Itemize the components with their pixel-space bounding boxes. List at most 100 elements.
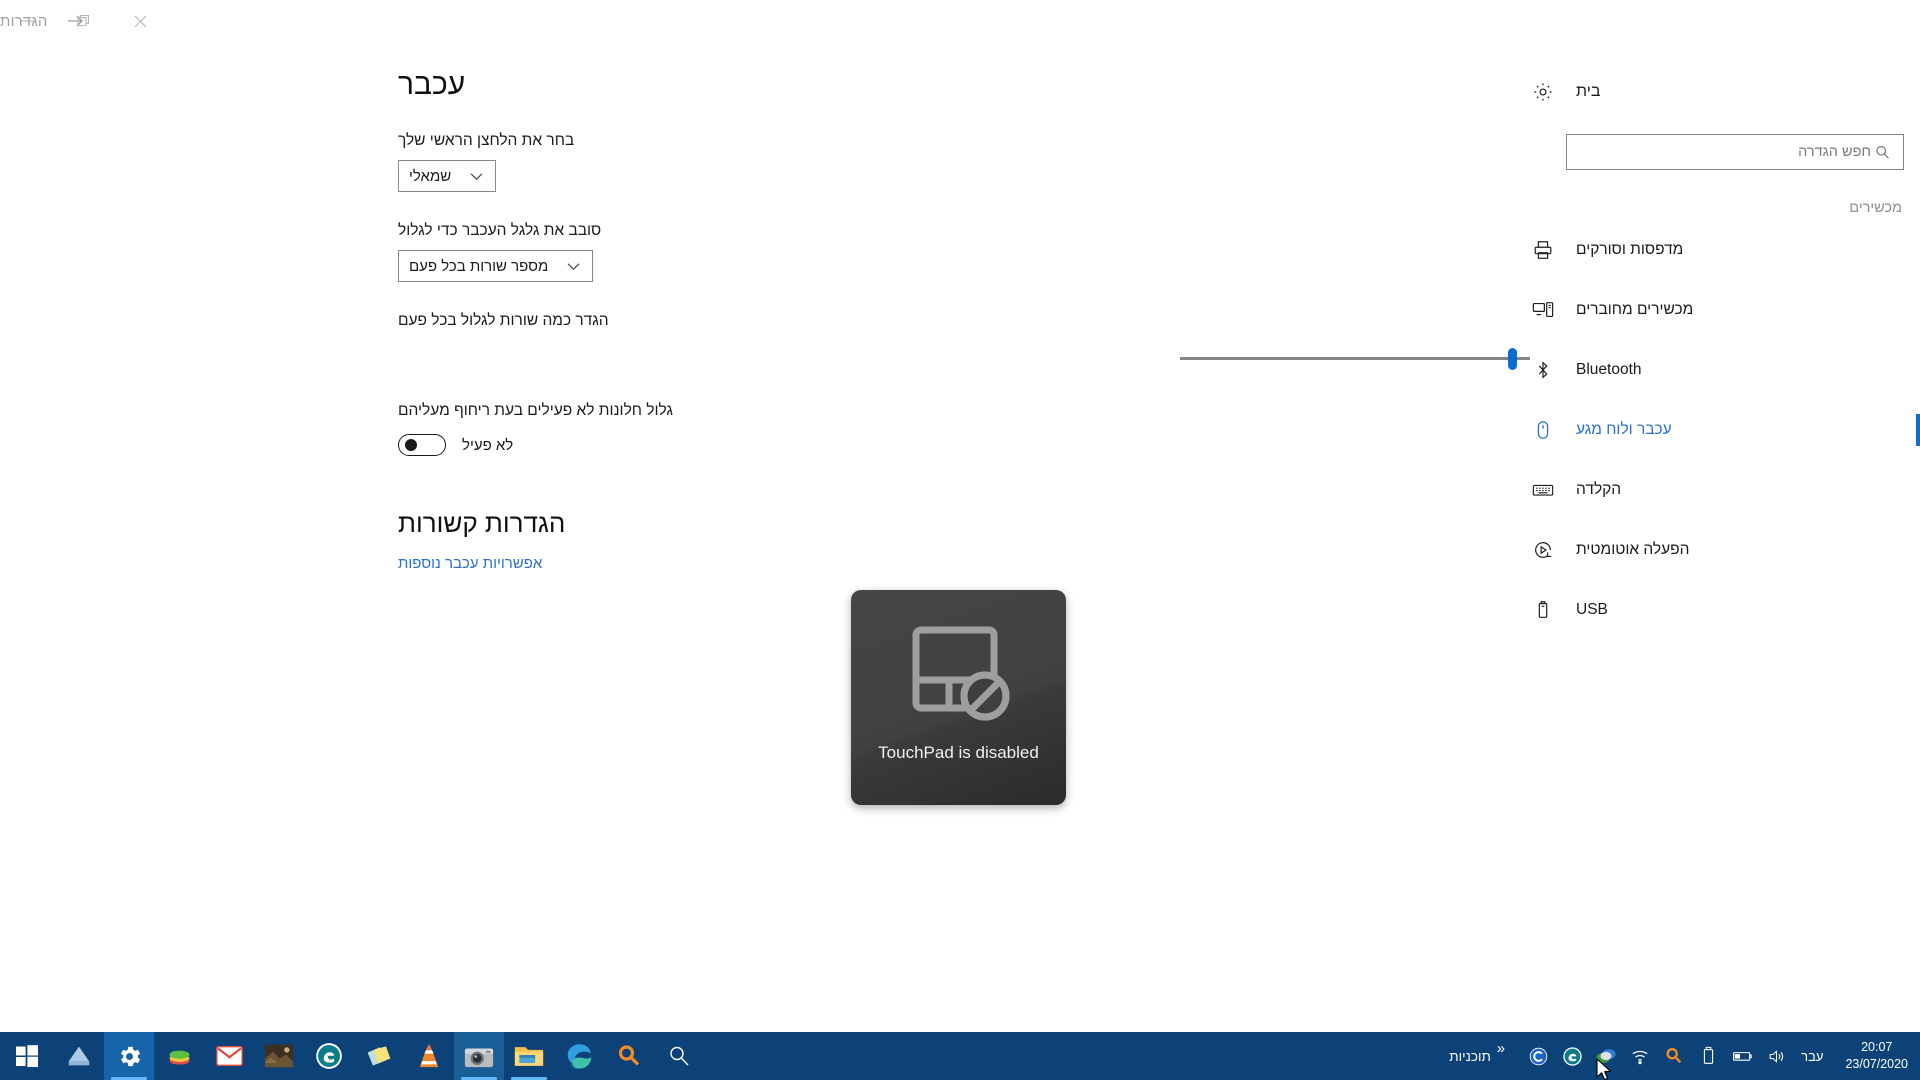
close-icon[interactable] (112, 0, 168, 42)
touchpad-disabled-icon (905, 618, 1013, 731)
keyboard-icon (1530, 477, 1556, 503)
sidebar-item-usb[interactable]: USB (1530, 580, 1920, 640)
slider-track (1180, 357, 1530, 360)
taskbar-clock[interactable]: 20:07 23/07/2020 (1831, 1039, 1920, 1073)
sidebar-item-label: USB (1576, 601, 1608, 618)
printer-icon (1530, 237, 1556, 263)
scroll-wheel-setting: סובב את גלגל העכבר כדי לגלול מספר שורות … (0, 222, 1530, 282)
toggle-state-label: לא פעיל (462, 436, 514, 454)
settings-window: הגדרות בית חפש הגדרה מכשירים מדפסות וסור… (0, 0, 1920, 1080)
lines-slider-setting: הגדר כמה שורות לגלול בכל פעם (0, 312, 1530, 372)
edge-chromium-icon[interactable] (554, 1032, 604, 1080)
dropdown-value: שמאלי (409, 167, 452, 185)
battery-icon[interactable] (1725, 1032, 1759, 1080)
more-mouse-options-link[interactable]: אפשרויות עכבר נוספות (398, 555, 542, 572)
connected-devices-icon (1530, 297, 1556, 323)
sidebar-item-label: מדפסות וסורקים (1576, 241, 1684, 258)
selection-accent-bar (1916, 534, 1920, 566)
sidebar-item-mouse-touchpad[interactable]: עכבר ולוח מגע (1530, 400, 1920, 460)
ccleaner-icon[interactable] (1521, 1032, 1555, 1080)
sidebar-item-home[interactable]: בית (1530, 68, 1920, 116)
related-settings-heading: הגדרות קשורות (398, 508, 566, 538)
selection-accent-bar (1916, 354, 1920, 386)
title-bar: הגדרות (0, 0, 1920, 42)
bluetooth-icon (1530, 357, 1556, 383)
clock-time: 20:07 (1861, 1040, 1893, 1055)
sidebar-item-label: עכבר ולוח מגע (1576, 421, 1672, 438)
file-explorer-icon[interactable] (504, 1032, 554, 1080)
taskbar: 20:07 23/07/2020 עבר תוכניות « (0, 1032, 1920, 1080)
programs-toolbar[interactable]: תוכניות « (1439, 1032, 1515, 1080)
search-icon (1871, 141, 1893, 163)
selection-accent-bar (1916, 234, 1920, 266)
sidebar-section-title: מכשירים (1849, 200, 1902, 216)
sidebar: בית מכשירים מדפסות וסורקים (1530, 42, 1920, 1042)
inactive-scroll-setting: גלול חלונות לא פעילים בעת ריחוף מעליהם ל… (0, 402, 1530, 456)
edge-legacy-icon[interactable] (304, 1032, 354, 1080)
search-input[interactable] (1577, 135, 1871, 169)
sidebar-home-label: בית (1576, 83, 1601, 100)
notepad-icon[interactable] (54, 1032, 104, 1080)
speaker-icon[interactable] (1759, 1032, 1793, 1080)
chevron-down-icon (566, 259, 580, 273)
sidebar-item-label: הפעלה אוטומטית (1576, 541, 1690, 558)
window-controls (0, 0, 168, 42)
search-orange-task-icon[interactable] (604, 1032, 654, 1080)
usb-tray-icon[interactable] (1691, 1032, 1725, 1080)
system-tray: 20:07 23/07/2020 עבר (1515, 1032, 1920, 1080)
dropdown-value: מספר שורות בכל פעם (409, 257, 549, 275)
selection-accent-bar (1916, 414, 1920, 446)
camera-icon[interactable] (454, 1032, 504, 1080)
mouse-icon (1530, 417, 1556, 443)
page-title: עכבר (398, 68, 466, 101)
usb-icon (1530, 597, 1556, 623)
minimize-icon[interactable] (0, 0, 56, 42)
primary-button-setting: בחר את הלחצן הראשי שלך שמאלי (0, 132, 1530, 192)
programs-toolbar-label: תוכניות (1449, 1048, 1491, 1064)
selection-accent-bar (1916, 474, 1920, 506)
edge-legacy-tray-icon[interactable] (1555, 1032, 1589, 1080)
lines-slider-label: הגדר כמה שורות לגלול בכל פעם (398, 312, 609, 329)
sticky-notes-icon[interactable] (354, 1032, 404, 1080)
touchpad-disabled-overlay: TouchPad is disabled (851, 590, 1066, 805)
selection-accent-bar (1916, 594, 1920, 626)
main-content: עכבר בחר את הלחצן הראשי שלך שמאלי סובב א… (0, 42, 1530, 1042)
scroll-wheel-dropdown[interactable]: מספר שורות בכל פעם (398, 250, 594, 282)
primary-button-label: בחר את הלחצן הראשי שלך (398, 132, 575, 149)
search-orange-icon[interactable] (1657, 1032, 1691, 1080)
primary-button-dropdown[interactable]: שמאלי (398, 160, 497, 192)
lines-slider[interactable] (1180, 344, 1530, 372)
restore-icon[interactable] (56, 0, 112, 42)
touchpad-overlay-text: TouchPad is disabled (878, 743, 1039, 762)
chevron-down-icon (469, 169, 483, 183)
clock-date: 23/07/2020 (1845, 1057, 1908, 1071)
sidebar-item-label: Bluetooth (1576, 361, 1642, 378)
settings-gear-icon[interactable] (104, 1032, 154, 1080)
double-chevron-left-icon[interactable]: « (1497, 1040, 1505, 1057)
bluestacks-icon[interactable] (154, 1032, 204, 1080)
language-indicator[interactable]: עבר (1793, 1049, 1831, 1064)
autoplay-icon (1530, 537, 1556, 563)
photo-thumbnail-icon[interactable] (254, 1032, 304, 1080)
sidebar-item-printers[interactable]: מדפסות וסורקים (1530, 220, 1920, 280)
gear-icon (1530, 79, 1556, 105)
sidebar-item-autoplay[interactable]: הפעלה אוטומטית (1530, 520, 1920, 580)
inactive-scroll-label: גלול חלונות לא פעילים בעת ריחוף מעליהם (398, 402, 673, 419)
toggle-knob (405, 439, 417, 451)
taskbar-task-buttons (54, 1032, 1439, 1080)
windows-start-icon[interactable] (0, 1032, 54, 1080)
gmail-icon[interactable] (204, 1032, 254, 1080)
sidebar-item-bluetooth[interactable]: Bluetooth (1530, 340, 1920, 400)
vlc-icon[interactable] (404, 1032, 454, 1080)
inactive-scroll-toggle-row: לא פעיל (398, 434, 1530, 456)
sidebar-item-connected-devices[interactable]: מכשירים מחוברים (1530, 280, 1920, 340)
sidebar-item-label: הקלדה (1576, 481, 1622, 498)
selection-accent-bar (1916, 294, 1920, 326)
search-box[interactable] (1566, 134, 1904, 170)
sidebar-item-typing[interactable]: הקלדה (1530, 460, 1920, 520)
cortana-search-icon[interactable] (654, 1032, 704, 1080)
winrar-icon[interactable] (1589, 1032, 1623, 1080)
wifi-icon[interactable] (1623, 1032, 1657, 1080)
slider-thumb[interactable] (1508, 348, 1517, 370)
inactive-scroll-toggle[interactable] (398, 434, 446, 456)
